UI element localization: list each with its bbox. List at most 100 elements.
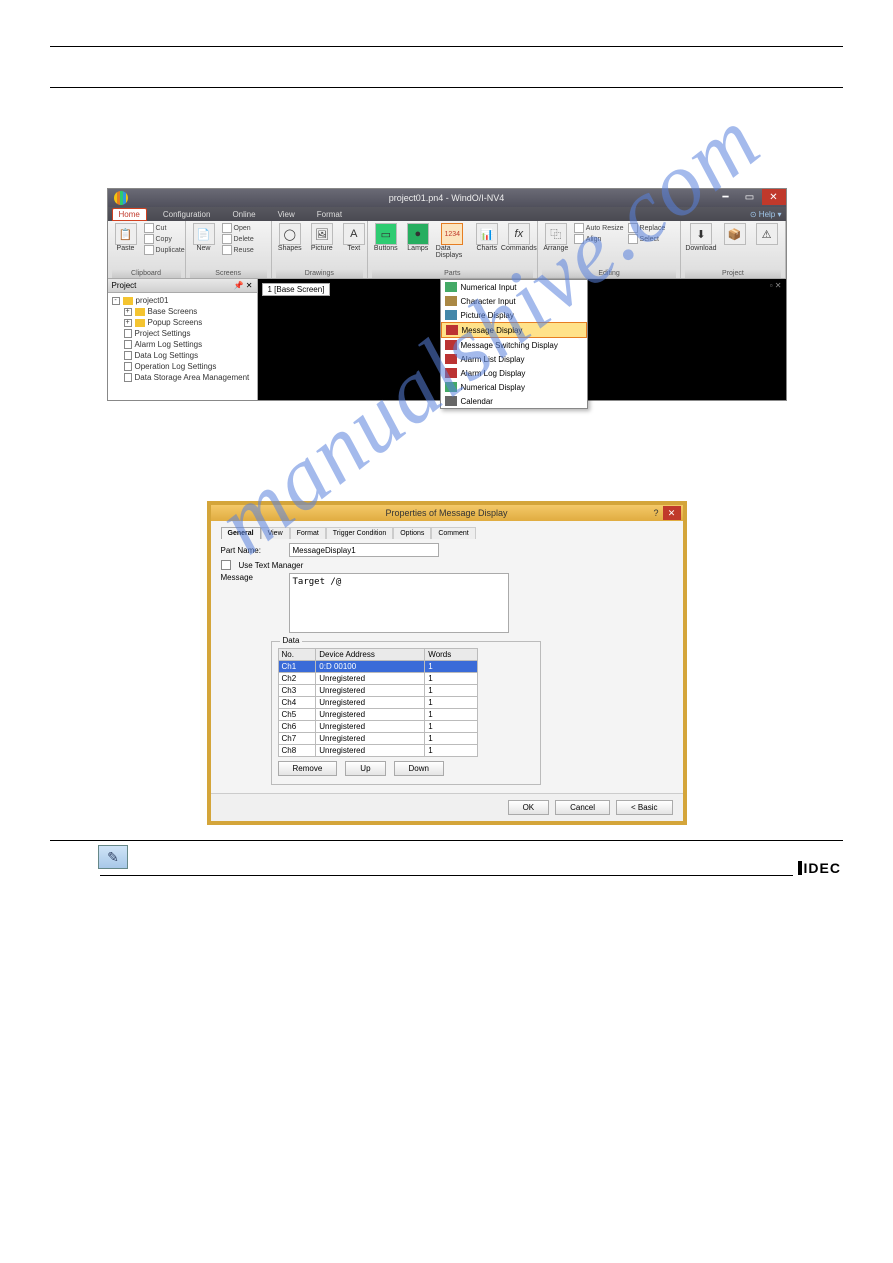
basic-button[interactable]: < Basic — [616, 800, 672, 815]
tab-format[interactable]: Format — [290, 527, 326, 539]
cut-button[interactable]: Cut — [144, 223, 185, 233]
message-switching-icon — [445, 340, 457, 350]
data-displays-button[interactable]: 1234Data Displays — [436, 223, 469, 259]
paste-button[interactable]: 📋Paste — [112, 223, 140, 252]
message-label: Message — [221, 573, 281, 582]
new-screen-button[interactable]: 📄New — [190, 223, 218, 252]
open-screen-button[interactable]: Open — [222, 223, 254, 233]
select-button[interactable]: Select — [628, 234, 666, 244]
ribbon: 📋Paste Cut Copy Duplicate Clipboard 📄New… — [108, 221, 786, 279]
picture-button[interactable]: 🖼Picture — [308, 223, 336, 252]
menu-alarm-list[interactable]: Alarm List Display — [441, 352, 587, 366]
window-titlebar: project01.pn4 - WindO/I-NV4 ━ ▭ ✕ — [108, 189, 786, 207]
project-icon1[interactable]: 📦 — [721, 223, 749, 245]
menu-alarm-log[interactable]: Alarm Log Display — [441, 366, 587, 380]
commands-button[interactable]: fxCommands — [505, 223, 533, 252]
tree-root[interactable]: -project01 — [112, 295, 253, 306]
down-button[interactable]: Down — [394, 761, 444, 776]
page-icon — [124, 351, 132, 360]
text-button[interactable]: AText — [340, 223, 368, 252]
dialog-tabs: General View Format Trigger Condition Op… — [221, 527, 673, 539]
up-button[interactable]: Up — [345, 761, 385, 776]
table-row[interactable]: Ch2Unregistered1 — [278, 673, 477, 685]
character-input-icon — [445, 296, 457, 306]
close-button[interactable]: ✕ — [762, 189, 786, 205]
tree-base-screens[interactable]: +Base Screens — [112, 306, 253, 317]
panel-pin-icon[interactable]: 📌 ✕ — [234, 281, 253, 290]
copy-button[interactable]: Copy — [144, 234, 185, 244]
group-label-clipboard: Clipboard — [112, 269, 181, 278]
col-no: No. — [278, 649, 316, 661]
use-text-manager-checkbox[interactable] — [221, 560, 231, 570]
project-icon2[interactable]: ⚠ — [753, 223, 781, 245]
table-row[interactable]: Ch3Unregistered1 — [278, 685, 477, 697]
canvas-close-icon[interactable]: ▫ ✕ — [770, 281, 782, 290]
menu-message-switching[interactable]: Message Switching Display — [441, 338, 587, 352]
table-row[interactable]: Ch10:D 001001 — [278, 661, 477, 673]
use-text-manager-label: Use Text Manager — [239, 561, 304, 570]
tree-alarm-log[interactable]: Alarm Log Settings — [112, 339, 253, 350]
table-row[interactable]: Ch7Unregistered1 — [278, 733, 477, 745]
alarm-list-icon — [445, 354, 457, 364]
picture-display-icon — [445, 310, 457, 320]
group-label-parts: Parts — [372, 269, 533, 278]
menu-configuration[interactable]: Configuration — [157, 209, 217, 220]
footer-rule — [50, 840, 843, 841]
tree-project-settings[interactable]: Project Settings — [112, 328, 253, 339]
footer-logo: IDEC — [798, 860, 841, 876]
menu-format[interactable]: Format — [311, 209, 348, 220]
screen-tab[interactable]: 1 [Base Screen] — [262, 283, 331, 296]
arrange-button[interactable]: ⿻Arrange — [542, 223, 570, 252]
tab-view[interactable]: View — [261, 527, 290, 539]
tree-storage-area[interactable]: Data Storage Area Management — [112, 372, 253, 383]
align-button[interactable]: Align — [574, 234, 624, 244]
shapes-button[interactable]: ◯Shapes — [276, 223, 304, 252]
tab-trigger[interactable]: Trigger Condition — [326, 527, 393, 539]
autoresize-button[interactable]: Auto Resize — [574, 223, 624, 233]
minimize-button[interactable]: ━ — [714, 189, 738, 205]
menu-message-display[interactable]: Message Display — [441, 322, 587, 338]
tab-general[interactable]: General — [221, 527, 261, 539]
charts-button[interactable]: 📊Charts — [473, 223, 501, 252]
calendar-icon — [445, 396, 457, 406]
help-menu[interactable]: ⊙ Help ▾ — [750, 210, 782, 219]
help-icon[interactable]: ? — [653, 508, 658, 518]
delete-screen-button[interactable]: Delete — [222, 234, 254, 244]
menu-character-input[interactable]: Character Input — [441, 294, 587, 308]
menu-view[interactable]: View — [272, 209, 301, 220]
numerical-display-icon — [445, 382, 457, 392]
menu-calendar[interactable]: Calendar — [441, 394, 587, 408]
replace-button[interactable]: Replace — [628, 223, 666, 233]
folder-icon — [123, 297, 133, 305]
duplicate-button[interactable]: Duplicate — [144, 245, 185, 255]
part-name-input[interactable] — [289, 543, 439, 557]
cancel-button[interactable]: Cancel — [555, 800, 610, 815]
menu-online[interactable]: Online — [226, 209, 261, 220]
menu-home[interactable]: Home — [112, 208, 147, 221]
dialog-titlebar: Properties of Message Display ? ✕ — [211, 505, 683, 521]
tab-options[interactable]: Options — [393, 527, 431, 539]
table-row[interactable]: Ch8Unregistered1 — [278, 745, 477, 757]
ok-button[interactable]: OK — [508, 800, 550, 815]
tab-comment[interactable]: Comment — [431, 527, 475, 539]
properties-dialog: Properties of Message Display ? ✕ Genera… — [207, 501, 687, 825]
group-label-editing: Editing — [542, 269, 677, 278]
menu-numerical-input[interactable]: Numerical Input — [441, 280, 587, 294]
lamps-button[interactable]: ●Lamps — [404, 223, 432, 252]
tree-operation-log[interactable]: Operation Log Settings — [112, 361, 253, 372]
table-row[interactable]: Ch6Unregistered1 — [278, 721, 477, 733]
tree-popup-screens[interactable]: +Popup Screens — [112, 317, 253, 328]
remove-button[interactable]: Remove — [278, 761, 338, 776]
dialog-close-button[interactable]: ✕ — [663, 506, 681, 520]
maximize-button[interactable]: ▭ — [738, 189, 762, 205]
menu-numerical-display[interactable]: Numerical Display — [441, 380, 587, 394]
menu-picture-display[interactable]: Picture Display — [441, 308, 587, 322]
group-label-screens: Screens — [190, 269, 267, 278]
buttons-button[interactable]: ▭Buttons — [372, 223, 400, 252]
download-button[interactable]: ⬇Download — [685, 223, 716, 252]
message-textarea[interactable]: Target /@ — [289, 573, 509, 633]
table-row[interactable]: Ch5Unregistered1 — [278, 709, 477, 721]
tree-data-log[interactable]: Data Log Settings — [112, 350, 253, 361]
table-row[interactable]: Ch4Unregistered1 — [278, 697, 477, 709]
reuse-screen-button[interactable]: Reuse — [222, 245, 254, 255]
